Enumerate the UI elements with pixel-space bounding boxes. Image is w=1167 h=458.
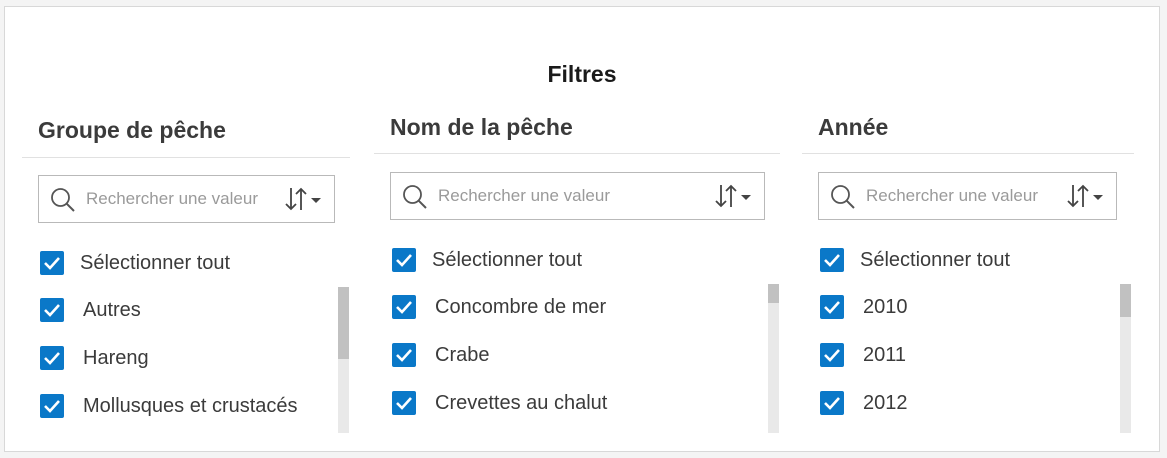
column-header: Année bbox=[818, 114, 889, 140]
checkbox[interactable] bbox=[392, 295, 416, 319]
checkbox[interactable] bbox=[40, 346, 64, 370]
scrollbar-thumb[interactable] bbox=[338, 287, 349, 359]
checkbox[interactable] bbox=[40, 251, 64, 275]
checkmark-icon bbox=[44, 304, 60, 317]
checkmark-icon bbox=[396, 301, 412, 314]
list-item-label: 2010 bbox=[863, 296, 908, 318]
column-header: Groupe de pêche bbox=[38, 117, 226, 143]
header-divider bbox=[802, 153, 1134, 154]
search-box bbox=[390, 172, 765, 220]
checkbox[interactable] bbox=[820, 295, 844, 319]
sort-button[interactable] bbox=[714, 182, 758, 210]
search-input[interactable] bbox=[86, 185, 276, 213]
checkmark-icon bbox=[824, 254, 840, 267]
list-item-label: Concombre de mer bbox=[435, 296, 607, 318]
checkbox[interactable] bbox=[40, 394, 64, 418]
select-all-label: Sélectionner tout bbox=[80, 252, 231, 274]
list-item-label: 2012 bbox=[863, 392, 908, 414]
header-divider bbox=[22, 157, 350, 158]
list-item-label: Hareng bbox=[83, 347, 149, 369]
checkmark-icon bbox=[396, 397, 412, 410]
checkmark-icon bbox=[396, 349, 412, 362]
search-icon bbox=[402, 184, 428, 210]
checkbox[interactable] bbox=[392, 343, 416, 367]
sort-icon bbox=[285, 187, 321, 211]
header-divider bbox=[374, 153, 780, 154]
checkmark-icon bbox=[44, 257, 60, 270]
checkmark-icon bbox=[44, 400, 60, 413]
scrollbar-thumb[interactable] bbox=[1120, 284, 1131, 317]
checkmark-icon bbox=[824, 349, 840, 362]
search-box bbox=[818, 172, 1117, 220]
search-input[interactable] bbox=[438, 182, 698, 210]
scrollbar-thumb[interactable] bbox=[768, 284, 779, 303]
search-box bbox=[38, 175, 335, 223]
sort-button[interactable] bbox=[284, 185, 328, 213]
checkbox[interactable] bbox=[40, 298, 64, 322]
select-all-label: Sélectionner tout bbox=[432, 249, 583, 271]
checkmark-icon bbox=[824, 301, 840, 314]
list-item-label: Mollusques et crustacés bbox=[83, 395, 298, 417]
checkmark-icon bbox=[44, 352, 60, 365]
list-item-label: 2011 bbox=[863, 344, 907, 366]
column-header: Nom de la pêche bbox=[390, 114, 573, 140]
search-input[interactable] bbox=[866, 182, 1056, 210]
list-item-label: Crevettes au chalut bbox=[435, 392, 608, 414]
scrollbar[interactable] bbox=[1120, 284, 1131, 433]
list-item-label: Crabe bbox=[435, 344, 490, 366]
checkbox[interactable] bbox=[820, 391, 844, 415]
filter-column-year: Année Sélectionner tout 2010 2011 2012 bbox=[802, 7, 1136, 451]
sort-icon bbox=[1067, 184, 1103, 208]
filter-column-fishery-name: Nom de la pêche Sélectionner tout Concom… bbox=[374, 7, 782, 451]
list-item-label: Autres bbox=[83, 299, 141, 321]
checkbox[interactable] bbox=[392, 248, 416, 272]
checkbox[interactable] bbox=[820, 248, 844, 272]
sort-icon bbox=[715, 184, 751, 208]
select-all-label: Sélectionner tout bbox=[860, 249, 1011, 271]
checkmark-icon bbox=[824, 397, 840, 410]
checkbox[interactable] bbox=[392, 391, 416, 415]
scrollbar[interactable] bbox=[338, 287, 349, 433]
checkbox[interactable] bbox=[820, 343, 844, 367]
search-icon bbox=[830, 184, 856, 210]
filters-panel: Filtres Groupe de pêche Sélectionner tou… bbox=[4, 6, 1160, 452]
sort-button[interactable] bbox=[1066, 182, 1110, 210]
checkmark-icon bbox=[396, 254, 412, 267]
search-icon bbox=[50, 187, 76, 213]
scrollbar[interactable] bbox=[768, 284, 779, 433]
filter-column-fishing-group: Groupe de pêche Sélectionner tout Autres… bbox=[22, 7, 352, 451]
